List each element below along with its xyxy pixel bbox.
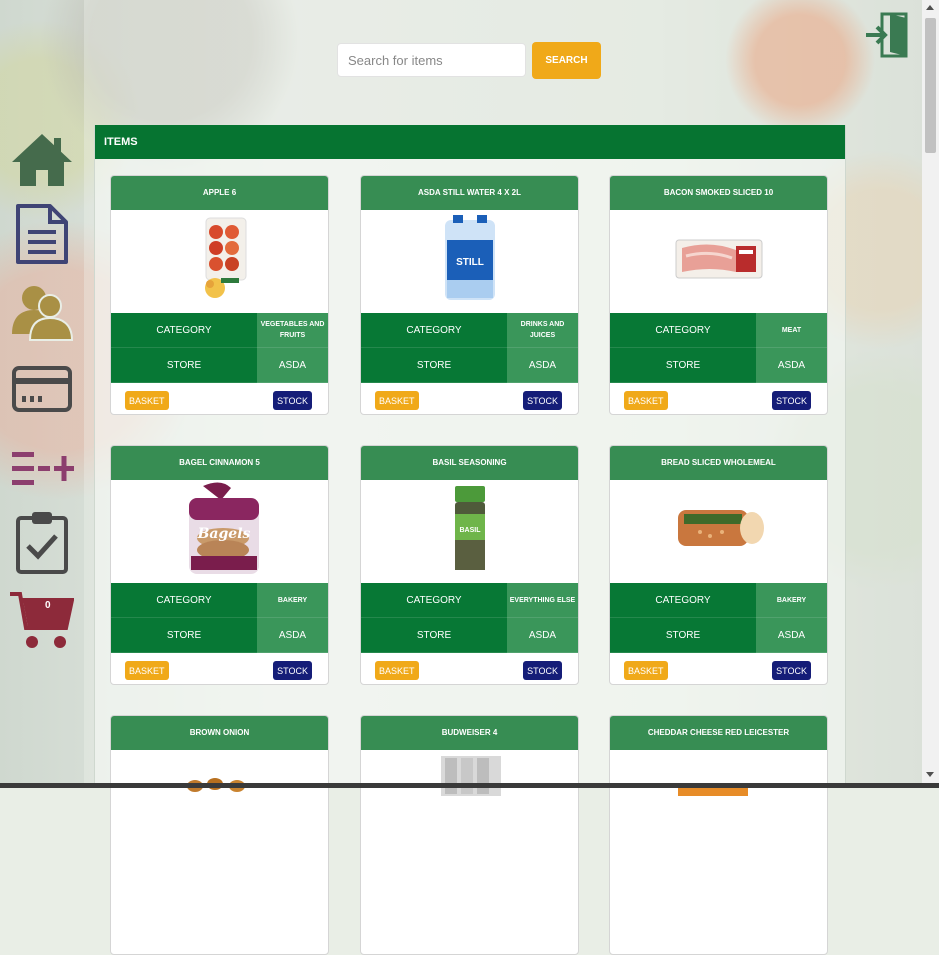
item-name: BROWN ONION (111, 716, 328, 750)
category-label: CATEGORY (610, 583, 756, 618)
category-value: BAKERY (257, 583, 328, 618)
basket-button[interactable]: BASKET (375, 661, 419, 680)
stock-button[interactable]: STOCK (772, 661, 811, 680)
basket-button[interactable]: BASKET (125, 391, 169, 410)
store-value: ASDA (756, 348, 827, 383)
category-label: CATEGORY (610, 313, 756, 348)
item-card: BACON SMOKED SLICED 10 CATEGORY MEAT STOR… (609, 175, 828, 415)
basil-jar-image: BASIL (455, 486, 485, 570)
item-name: ASDA STILL WATER 4 X 2L (361, 176, 578, 210)
beer-cans-image (441, 756, 501, 796)
clipboard-check-icon[interactable] (10, 510, 74, 574)
water-pack-image: STILL (445, 215, 495, 300)
stock-button[interactable]: STOCK (523, 391, 562, 410)
stock-button[interactable]: STOCK (273, 391, 312, 410)
stock-button[interactable]: STOCK (273, 661, 312, 680)
logout-icon[interactable] (864, 12, 908, 58)
basket-button[interactable]: BASKET (375, 391, 419, 410)
svg-text:STILL: STILL (456, 257, 484, 268)
item-card: BROWN ONION (110, 715, 329, 955)
category-value: MEAT (756, 313, 827, 348)
category-value: EVERYTHING ELSE (507, 583, 578, 618)
home-icon[interactable] (10, 130, 74, 194)
credit-card-icon[interactable] (10, 358, 74, 422)
users-icon[interactable] (10, 280, 74, 344)
svg-text:Bagels: Bagels (197, 526, 251, 542)
basket-button[interactable]: BASKET (624, 391, 668, 410)
panel-title: ITEMS (95, 125, 845, 159)
add-list-icon[interactable] (10, 436, 74, 500)
item-name: BACON SMOKED SLICED 10 (610, 176, 827, 210)
item-name: CHEDDAR CHEESE RED LEICESTER (610, 716, 827, 750)
item-name: BREAD SLICED WHOLEMEAL (610, 446, 827, 480)
cheese-image (678, 786, 748, 796)
store-label: STORE (111, 348, 257, 383)
store-label: STORE (361, 348, 507, 383)
item-card: ASDA STILL WATER 4 X 2L STILL CATEGORY DR… (360, 175, 579, 415)
cart-count-badge: 0 (45, 600, 51, 611)
search-button[interactable]: SEARCH (532, 42, 601, 79)
category-label: CATEGORY (361, 313, 507, 348)
stock-button[interactable]: STOCK (523, 661, 562, 680)
apple-pack-image (205, 217, 247, 298)
store-value: ASDA (507, 618, 578, 653)
horizontal-scrollbar[interactable] (0, 783, 939, 788)
store-label: STORE (361, 618, 507, 653)
store-label: STORE (610, 618, 756, 653)
category-label: CATEGORY (111, 313, 257, 348)
store-value: ASDA (257, 618, 328, 653)
item-card: BAGEL CINNAMON 5 Bagels CATEGORY BAKERY S… (110, 445, 329, 685)
item-card: BUDWEISER 4 (360, 715, 579, 955)
category-label: CATEGORY (111, 583, 257, 618)
item-name: APPLE 6 (111, 176, 328, 210)
item-card: CHEDDAR CHEESE RED LEICESTER (609, 715, 828, 955)
bread-loaf-image (678, 510, 764, 546)
cart-icon[interactable] (10, 588, 74, 652)
item-name: BAGEL CINNAMON 5 (111, 446, 328, 480)
store-label: STORE (610, 348, 756, 383)
category-label: CATEGORY (361, 583, 507, 618)
basket-button[interactable]: BASKET (125, 661, 169, 680)
store-value: ASDA (756, 618, 827, 653)
search-input[interactable] (337, 43, 526, 77)
item-card: BASIL SEASONING BASIL CATEGORY EVERYTHING… (360, 445, 579, 685)
item-name: BUDWEISER 4 (361, 716, 578, 750)
item-card: BREAD SLICED WHOLEMEAL CATEGORY BAKERY ST… (609, 445, 828, 685)
store-label: STORE (111, 618, 257, 653)
store-value: ASDA (507, 348, 578, 383)
scrollbar-thumb[interactable] (925, 18, 936, 153)
vertical-scrollbar[interactable] (922, 0, 939, 788)
bacon-pack-image (675, 239, 763, 279)
onions-image (187, 778, 245, 792)
scroll-down-arrow-icon[interactable] (926, 772, 934, 777)
svg-text:BASIL: BASIL (460, 527, 482, 534)
scroll-up-arrow-icon[interactable] (926, 5, 934, 10)
basket-button[interactable]: BASKET (624, 661, 668, 680)
category-value: DRINKS AND JUICES (507, 313, 578, 348)
category-value: BAKERY (756, 583, 827, 618)
items-panel: ITEMS APPLE 6 CATEGORY VEGETABLES AND FRU… (94, 125, 846, 955)
item-card: APPLE 6 CATEGORY VEGETABLES AND FRUITS ST… (110, 175, 329, 415)
category-value: VEGETABLES AND FRUITS (257, 313, 328, 348)
sidebar: 0 (0, 0, 84, 788)
item-name: BASIL SEASONING (361, 446, 578, 480)
store-value: ASDA (257, 348, 328, 383)
bagel-bag-image: Bagels (189, 482, 259, 574)
document-icon[interactable] (10, 202, 74, 266)
stock-button[interactable]: STOCK (772, 391, 811, 410)
